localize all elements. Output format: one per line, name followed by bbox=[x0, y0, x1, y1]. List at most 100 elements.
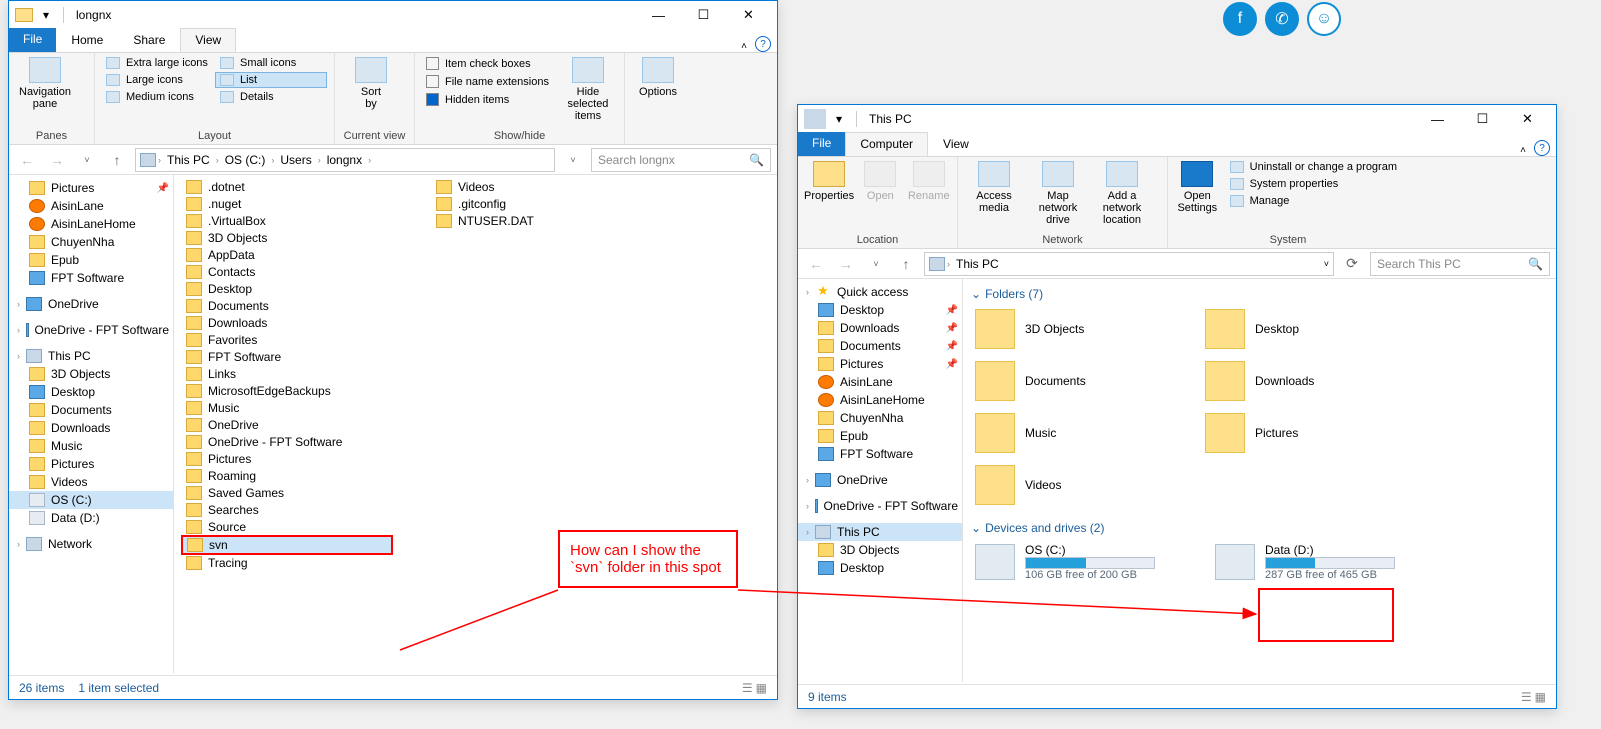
nav-documents[interactable]: Documents📌 bbox=[798, 337, 962, 355]
folder-tile-downloads[interactable]: Downloads bbox=[1201, 357, 1401, 405]
nav-aisinlane[interactable]: AisinLane bbox=[798, 373, 962, 391]
folder-tile-desktop[interactable]: Desktop bbox=[1201, 305, 1401, 353]
access-media-button[interactable]: Access media bbox=[964, 159, 1024, 233]
manage-button[interactable]: Manage bbox=[1225, 193, 1402, 209]
tab-computer[interactable]: Computer bbox=[845, 132, 928, 156]
search-input[interactable]: Search longnx🔍 bbox=[591, 148, 771, 172]
nav-aisinlanehome[interactable]: AisinLaneHome bbox=[9, 215, 173, 233]
forward-button[interactable]: → bbox=[834, 252, 858, 276]
folder-tile-3d-objects[interactable]: 3D Objects bbox=[971, 305, 1171, 353]
open-button[interactable]: Open bbox=[858, 159, 902, 233]
nav-quick-access[interactable]: ›★Quick access bbox=[798, 283, 962, 301]
layout-small-icons[interactable]: Small icons bbox=[215, 55, 327, 71]
file-ntuser-dat[interactable]: NTUSER.DAT bbox=[432, 213, 642, 229]
file-videos[interactable]: Videos bbox=[432, 179, 642, 195]
nav-onedrive-fpt-software[interactable]: ›OneDrive - FPT Software bbox=[798, 497, 962, 515]
map-drive-button[interactable]: Map network drive bbox=[1028, 159, 1088, 233]
view-details-icon[interactable]: ☰ bbox=[742, 681, 753, 695]
recent-dropdown[interactable]: ˅ bbox=[864, 252, 888, 276]
file-contacts[interactable]: Contacts bbox=[182, 264, 392, 280]
layout-list[interactable]: List bbox=[215, 72, 327, 88]
nav-onedrive-fpt-software[interactable]: ›OneDrive - FPT Software bbox=[9, 321, 173, 339]
file-source[interactable]: Source bbox=[182, 519, 392, 535]
file-3d-objects[interactable]: 3D Objects bbox=[182, 230, 392, 246]
layout-extra-large-icons[interactable]: Extra large icons bbox=[101, 55, 213, 71]
nav-epub[interactable]: Epub bbox=[9, 251, 173, 269]
folder-tile-music[interactable]: Music bbox=[971, 409, 1171, 457]
folders-group-header[interactable]: ⌄Folders (7) bbox=[971, 283, 1548, 305]
nav-3d-objects[interactable]: 3D Objects bbox=[798, 541, 962, 559]
breadcrumb-longnx[interactable]: longnx bbox=[323, 153, 366, 167]
search-input[interactable]: Search This PC🔍 bbox=[1370, 252, 1550, 276]
file-downloads[interactable]: Downloads bbox=[182, 315, 392, 331]
nav-pictures[interactable]: Pictures bbox=[9, 455, 173, 473]
close-button[interactable]: ✕ bbox=[726, 1, 771, 29]
navigation-pane-button[interactable]: Navigation pane bbox=[15, 55, 75, 129]
help-icon[interactable]: ? bbox=[755, 36, 771, 52]
uninstall-button[interactable]: Uninstall or change a program bbox=[1225, 159, 1402, 175]
tab-view[interactable]: View bbox=[180, 28, 236, 52]
recent-dropdown[interactable]: ˅ bbox=[75, 148, 99, 172]
file-pictures[interactable]: Pictures bbox=[182, 451, 392, 467]
tab-view[interactable]: View bbox=[928, 132, 984, 156]
nav-onedrive[interactable]: ›OneDrive bbox=[798, 471, 962, 489]
file-appdata[interactable]: AppData bbox=[182, 247, 392, 263]
view-details-icon[interactable]: ☰ bbox=[1521, 690, 1532, 704]
system-properties-button[interactable]: System properties bbox=[1225, 176, 1402, 192]
item-checkboxes-toggle[interactable]: Item check boxes bbox=[421, 55, 554, 72]
file-svn[interactable]: svn bbox=[182, 536, 392, 554]
tab-home[interactable]: Home bbox=[56, 28, 118, 52]
file-documents[interactable]: Documents bbox=[182, 298, 392, 314]
drive-os-c-[interactable]: OS (C:)106 GB free of 200 GB bbox=[971, 539, 1181, 585]
maximize-button[interactable]: ☐ bbox=[681, 1, 726, 29]
file-favorites[interactable]: Favorites bbox=[182, 332, 392, 348]
file-tracing[interactable]: Tracing bbox=[182, 555, 392, 571]
hidden-items-toggle[interactable]: Hidden items bbox=[421, 91, 554, 108]
nav-chuyennha[interactable]: ChuyenNha bbox=[798, 409, 962, 427]
file-microsoftedgebackups[interactable]: MicrosoftEdgeBackups bbox=[182, 383, 392, 399]
rename-button[interactable]: Rename bbox=[907, 159, 951, 233]
nav-this-pc[interactable]: ›This PC bbox=[9, 347, 173, 365]
breadcrumb-this-pc[interactable]: This PC bbox=[163, 153, 214, 167]
nav-aisinlanehome[interactable]: AisinLaneHome bbox=[798, 391, 962, 409]
tab-file[interactable]: File bbox=[9, 28, 56, 52]
close-button[interactable]: ✕ bbox=[1505, 105, 1550, 133]
folder-tile-pictures[interactable]: Pictures bbox=[1201, 409, 1401, 457]
drives-group-header[interactable]: ⌄Devices and drives (2) bbox=[971, 517, 1548, 539]
ribbon-collapse-icon[interactable]: ˄ bbox=[741, 41, 747, 52]
folder-tile-documents[interactable]: Documents bbox=[971, 357, 1171, 405]
tab-file[interactable]: File bbox=[798, 132, 845, 156]
file-desktop[interactable]: Desktop bbox=[182, 281, 392, 297]
nav-fpt-software[interactable]: FPT Software bbox=[798, 445, 962, 463]
breadcrumb[interactable]: › This PC ˅ bbox=[924, 252, 1334, 276]
qat-dropdown-icon[interactable]: ▾ bbox=[828, 109, 850, 129]
breadcrumb-os-c-[interactable]: OS (C:) bbox=[221, 153, 270, 167]
nav-desktop[interactable]: Desktop bbox=[798, 559, 962, 577]
nav-downloads[interactable]: Downloads bbox=[9, 419, 173, 437]
breadcrumb-thispc[interactable]: This PC bbox=[952, 257, 1003, 271]
file--nuget[interactable]: .nuget bbox=[182, 196, 392, 212]
file-music[interactable]: Music bbox=[182, 400, 392, 416]
forward-button[interactable]: → bbox=[45, 148, 69, 172]
file-saved-games[interactable]: Saved Games bbox=[182, 485, 392, 501]
nav-network[interactable]: ›Network bbox=[9, 535, 173, 553]
add-location-button[interactable]: Add a network location bbox=[1092, 159, 1152, 233]
back-button[interactable]: ← bbox=[15, 148, 39, 172]
file--dotnet[interactable]: .dotnet bbox=[182, 179, 392, 195]
file-onedrive-fpt-software[interactable]: OneDrive - FPT Software bbox=[182, 434, 392, 450]
maximize-button[interactable]: ☐ bbox=[1460, 105, 1505, 133]
nav-data-d-[interactable]: Data (D:) bbox=[9, 509, 173, 527]
nav-os-c-[interactable]: OS (C:) bbox=[9, 491, 173, 509]
file-searches[interactable]: Searches bbox=[182, 502, 392, 518]
hide-selected-button[interactable]: Hide selected items bbox=[558, 55, 618, 129]
minimize-button[interactable]: ― bbox=[636, 1, 681, 29]
sort-by-button[interactable]: Sort by bbox=[341, 55, 401, 129]
nav-this-pc[interactable]: ›This PC bbox=[798, 523, 962, 541]
qat-dropdown-icon[interactable]: ▾ bbox=[35, 5, 57, 25]
up-button[interactable]: ↑ bbox=[894, 252, 918, 276]
tab-share[interactable]: Share bbox=[118, 28, 180, 52]
refresh-button[interactable]: ⟳ bbox=[1340, 252, 1364, 276]
nav-epub[interactable]: Epub bbox=[798, 427, 962, 445]
breadcrumb-users[interactable]: Users bbox=[276, 153, 315, 167]
file-links[interactable]: Links bbox=[182, 366, 392, 382]
